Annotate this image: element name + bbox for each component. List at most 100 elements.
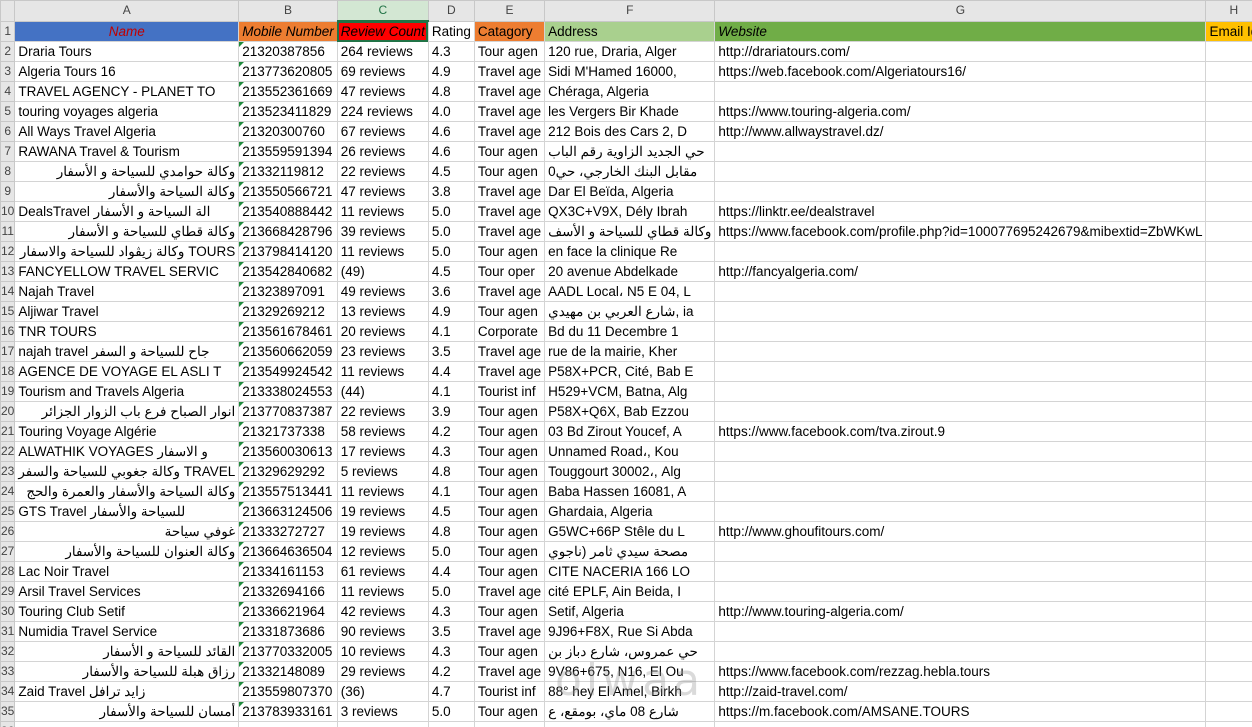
name-cell[interactable]: Touring Club Setif <box>14 601 240 622</box>
review-cell[interactable]: 23 reviews <box>336 341 429 362</box>
review-cell[interactable]: 11 reviews <box>336 481 429 502</box>
mobile-cell[interactable]: 213559807370 <box>238 681 338 702</box>
row-number[interactable]: 19 <box>0 381 16 402</box>
category-cell[interactable]: Travel age <box>473 101 546 122</box>
email-cell[interactable] <box>1205 301 1252 322</box>
category-cell[interactable]: Tour agen <box>473 301 546 322</box>
name-cell[interactable]: Lac Noir Travel <box>14 561 240 582</box>
column-header-b[interactable]: B <box>238 0 338 22</box>
review-cell[interactable]: 20 reviews <box>336 321 429 342</box>
address-cell[interactable]: 9J96+F8X, Rue Si Abda <box>544 621 716 642</box>
name-cell[interactable] <box>14 721 240 727</box>
row-number[interactable]: 35 <box>0 701 16 722</box>
category-cell[interactable]: Travel age <box>473 221 546 242</box>
name-cell[interactable]: أمسان للسياحة والأسفار <box>14 701 240 722</box>
rating-cell[interactable]: 4.7 <box>427 681 475 702</box>
review-cell[interactable]: 58 reviews <box>336 421 429 442</box>
category-cell[interactable]: Tourist inf <box>473 681 546 702</box>
review-cell[interactable]: (36) <box>336 681 429 702</box>
mobile-cell[interactable]: 21320387856 <box>238 41 338 62</box>
review-cell[interactable]: (49) <box>336 261 429 282</box>
row-number[interactable]: 6 <box>0 121 16 142</box>
mobile-cell[interactable]: 21332119812 <box>238 161 338 182</box>
rating-cell[interactable]: 4.1 <box>427 381 475 402</box>
review-cell[interactable]: 10 reviews <box>336 641 429 662</box>
rating-cell[interactable]: 5.0 <box>427 221 475 242</box>
review-cell[interactable]: 47 reviews <box>336 181 429 202</box>
name-cell[interactable]: انوار الصباح فرع باب الزوار الجزائر <box>14 401 240 422</box>
email-cell[interactable] <box>1205 701 1252 722</box>
address-cell[interactable]: Chéraga, Algeria <box>544 81 716 102</box>
email-cell[interactable] <box>1205 161 1252 182</box>
mobile-cell[interactable]: 213663124506 <box>238 501 338 522</box>
email-cell[interactable] <box>1205 321 1252 342</box>
name-cell[interactable]: القائد للسياحة و الأسفار <box>14 641 240 662</box>
website-cell[interactable] <box>714 561 1207 582</box>
row-number[interactable]: 7 <box>0 141 16 162</box>
row-number[interactable]: 20 <box>0 401 16 422</box>
name-cell[interactable]: All Ways Travel Algeria <box>14 121 240 142</box>
column-header-a[interactable]: A <box>14 0 240 22</box>
category-cell[interactable]: Tour agen <box>473 141 546 162</box>
address-cell[interactable]: مصحة سيدي ثامر (ناجوي <box>544 541 716 562</box>
review-cell[interactable]: 11 reviews <box>336 241 429 262</box>
address-cell[interactable]: AADL Local، N5 E 04, L <box>544 281 716 302</box>
row-number[interactable]: 31 <box>0 621 16 642</box>
rating-cell[interactable]: 4.5 <box>427 161 475 182</box>
website-cell[interactable]: http://www.ghoufitours.com/ <box>714 521 1207 542</box>
category-cell[interactable]: Tour agen <box>473 561 546 582</box>
address-cell[interactable]: les Vergers Bir Khade <box>544 101 716 122</box>
review-cell[interactable]: 39 reviews <box>336 221 429 242</box>
website-cell[interactable] <box>714 501 1207 522</box>
column-header-f[interactable]: F <box>544 0 716 22</box>
address-cell[interactable]: Sidi M'Hamed 16000, <box>544 61 716 82</box>
review-cell[interactable]: 5 reviews <box>336 461 429 482</box>
category-cell[interactable]: Tour agen <box>473 421 546 442</box>
mobile-cell[interactable]: 213560030613 <box>238 441 338 462</box>
rating-cell[interactable]: 4.5 <box>427 261 475 282</box>
name-cell[interactable]: DealsTravel الة السياحة و الأسفار <box>14 201 240 222</box>
mobile-cell[interactable]: 213773620805 <box>238 61 338 82</box>
website-cell[interactable]: http://fancyalgeria.com/ <box>714 261 1207 282</box>
row-number[interactable]: 24 <box>0 481 16 502</box>
review-cell[interactable]: 47 reviews <box>336 81 429 102</box>
review-cell[interactable]: 90 reviews <box>336 621 429 642</box>
review-cell[interactable]: 26 reviews <box>336 141 429 162</box>
address-cell[interactable]: حي عمروس، شارع دباز بن <box>544 641 716 662</box>
address-cell[interactable]: P58X+PCR, Cité, Bab E <box>544 361 716 382</box>
website-cell[interactable] <box>714 81 1207 102</box>
name-cell[interactable]: GTS Travel للسياحة والأسفار <box>14 501 240 522</box>
address-cell[interactable]: Baba Hassen 16081, A <box>544 481 716 502</box>
header-review-cell[interactable]: Review Count <box>336 20 429 42</box>
email-cell[interactable] <box>1205 561 1252 582</box>
email-cell[interactable] <box>1205 101 1252 122</box>
category-cell[interactable]: Tour agen <box>473 501 546 522</box>
address-cell[interactable]: 120 rue, Draria, Alger <box>544 41 716 62</box>
category-cell[interactable]: Travel age <box>473 61 546 82</box>
review-cell[interactable]: 49 reviews <box>336 281 429 302</box>
rating-cell[interactable]: 5.0 <box>427 541 475 562</box>
row-number[interactable]: 8 <box>0 161 16 182</box>
category-cell[interactable]: Tour agen <box>473 601 546 622</box>
address-cell[interactable]: 212 Bois des Cars 2, D <box>544 121 716 142</box>
mobile-cell[interactable]: 213561678461 <box>238 321 338 342</box>
review-cell[interactable]: 19 reviews <box>336 501 429 522</box>
mobile-cell[interactable]: 213770332005 <box>238 641 338 662</box>
email-cell[interactable] <box>1205 541 1252 562</box>
email-cell[interactable] <box>1205 501 1252 522</box>
name-cell[interactable]: غوفي سياحة <box>14 521 240 542</box>
website-cell[interactable] <box>714 621 1207 642</box>
review-cell[interactable]: 12 reviews <box>336 541 429 562</box>
rating-cell[interactable]: 5.0 <box>427 581 475 602</box>
row-number[interactable]: 29 <box>0 581 16 602</box>
website-cell[interactable] <box>714 281 1207 302</box>
address-cell[interactable]: 20 avenue Abdelkade <box>544 261 716 282</box>
rating-cell[interactable]: 4.3 <box>427 641 475 662</box>
mobile-cell[interactable] <box>238 721 338 727</box>
mobile-cell[interactable]: 213549924542 <box>238 361 338 382</box>
rating-cell[interactable]: 4.1 <box>427 321 475 342</box>
column-header-e[interactable]: E <box>473 0 546 22</box>
name-cell[interactable]: Zaid Travel زايد ترافل <box>14 681 240 702</box>
review-cell[interactable]: 22 reviews <box>336 401 429 422</box>
email-cell[interactable] <box>1205 281 1252 302</box>
